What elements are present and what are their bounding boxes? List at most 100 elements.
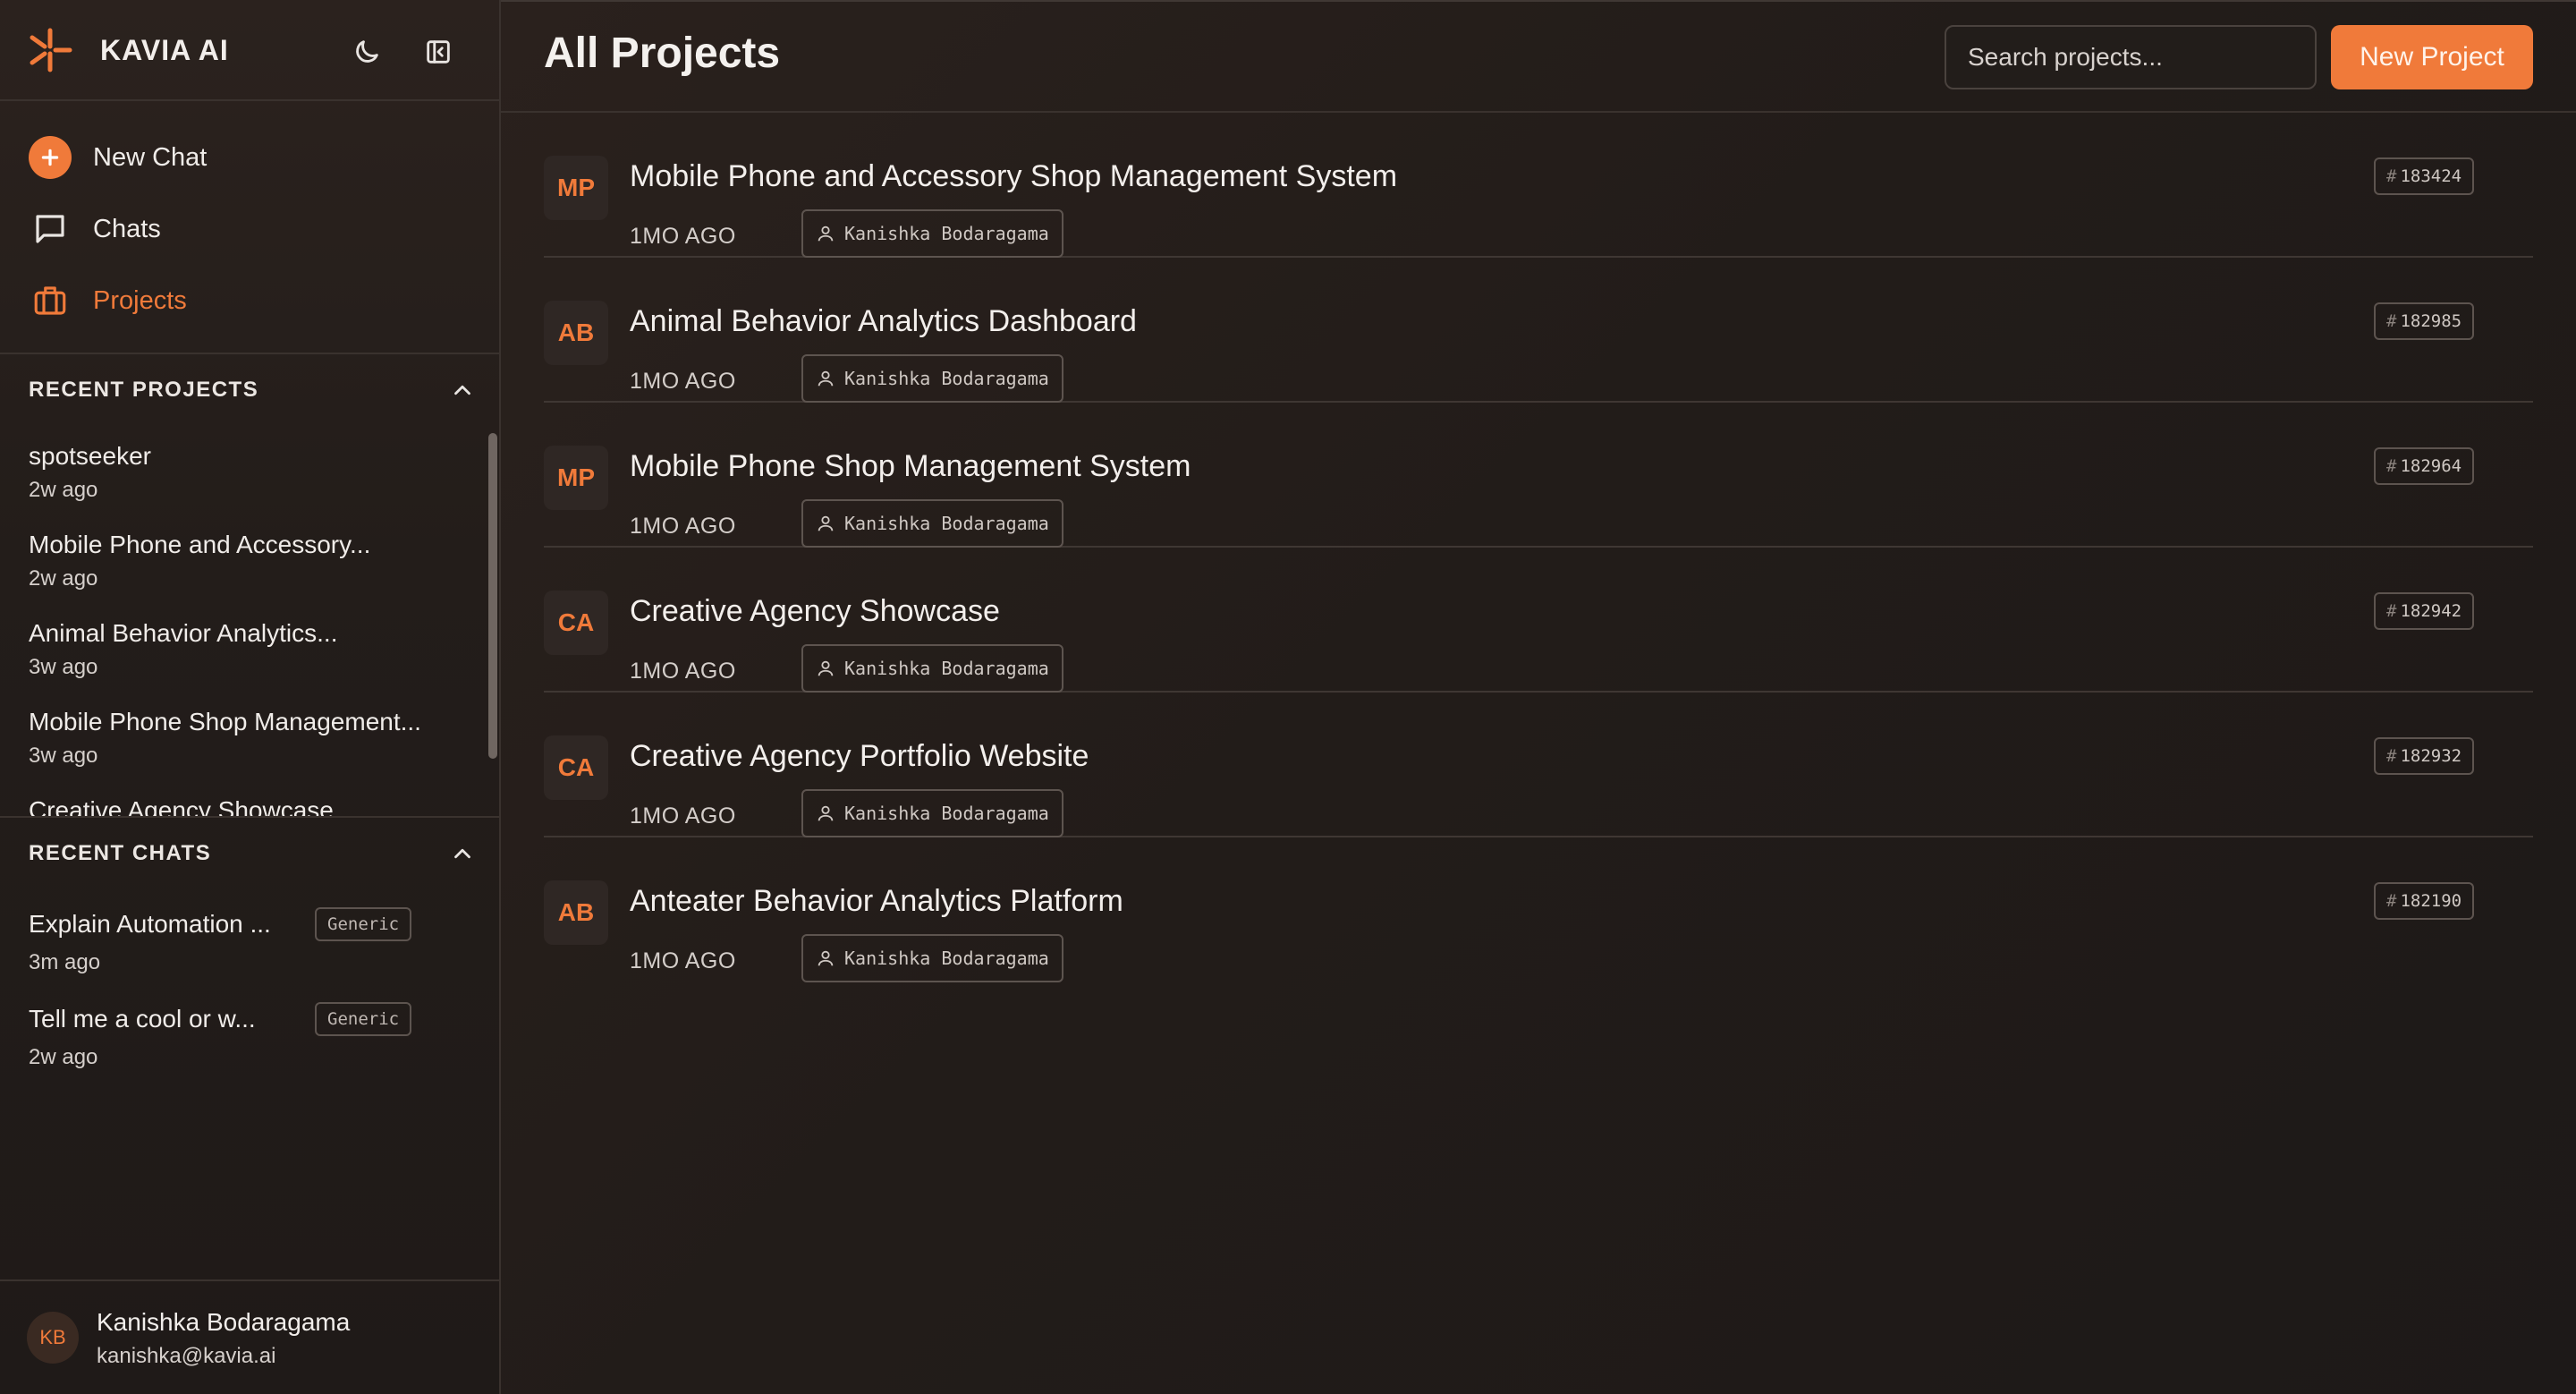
sidebar-collapse-icon — [427, 40, 450, 64]
project-owner: Kanishka Bodaragama — [844, 368, 1049, 389]
recent-projects-header[interactable]: RECENT PROJECTS — [29, 372, 476, 408]
recent-chat-time: 2w ago — [29, 1045, 98, 1069]
project-title: Anteater Behavior Analytics Platform — [630, 884, 1123, 918]
plus-icon — [29, 136, 72, 179]
new-chat-icon-wrap — [27, 134, 73, 181]
project-row[interactable]: CA Creative Agency Showcase 1MO AGO Kani… — [544, 548, 2533, 693]
chevron-up-icon[interactable] — [449, 377, 476, 404]
theme-toggle-button[interactable] — [347, 32, 386, 72]
user-icon — [818, 225, 834, 242]
app-name: KAVIA AI — [100, 34, 229, 66]
project-row[interactable]: AB Animal Behavior Analytics Dashboard 1… — [544, 258, 2533, 403]
recent-project-item[interactable]: Animal Behavior Analytics... 3w ago — [29, 619, 476, 680]
project-id: 182942 — [2400, 601, 2462, 621]
recent-project-item[interactable]: spotseeker 2w ago — [29, 442, 476, 503]
sidebar: KAVIA AI New Chat Chats Projects RECENT … — [0, 0, 501, 1394]
project-id-badge: #182964 — [2374, 447, 2475, 485]
nav-item-projects[interactable]: Projects — [27, 276, 474, 326]
chat-type-badge: Generic — [315, 1002, 412, 1036]
avatar: KB — [27, 1312, 79, 1364]
new-project-button[interactable]: New Project — [2331, 25, 2533, 89]
divider — [0, 816, 499, 818]
user-icon — [818, 370, 834, 387]
recent-projects-heading: RECENT PROJECTS — [29, 378, 259, 402]
project-id-badge: #182942 — [2374, 592, 2475, 630]
hash-icon: # — [2386, 601, 2397, 621]
kavia-logo-icon — [30, 28, 72, 72]
project-owner: Kanishka Bodaragama — [844, 513, 1049, 534]
recent-chat-title: Explain Automation ... — [29, 910, 271, 938]
project-time: 1MO AGO — [630, 659, 736, 684]
recent-chats-header[interactable]: RECENT CHATS — [29, 836, 476, 871]
recent-project-item[interactable]: Mobile Phone and Accessory... 2w ago — [29, 531, 476, 591]
project-initials: AB — [544, 301, 608, 365]
new-chat-button[interactable]: New Chat — [27, 132, 474, 183]
project-owner-chip: Kanishka Bodaragama — [801, 789, 1063, 837]
recent-projects-list: spotseeker 2w ago Mobile Phone and Acces… — [0, 429, 499, 816]
project-owner-chip: Kanishka Bodaragama — [801, 499, 1063, 548]
project-id-badge: #182190 — [2374, 882, 2475, 920]
collapse-sidebar-button[interactable] — [419, 32, 458, 72]
project-initials: CA — [544, 591, 608, 655]
user-icon — [818, 805, 834, 821]
hash-icon: # — [2386, 456, 2397, 476]
project-title: Creative Agency Portfolio Website — [630, 739, 1089, 773]
recent-chat-title: Tell me a cool or w... — [29, 1005, 256, 1033]
hash-icon: # — [2386, 891, 2397, 911]
project-owner-chip: Kanishka Bodaragama — [801, 354, 1063, 403]
project-time: 1MO AGO — [630, 369, 736, 394]
user-profile[interactable]: KB Kanishka Bodaragama kanishka@kavia.ai — [0, 1279, 499, 1394]
chats-label: Chats — [93, 214, 161, 243]
project-row[interactable]: MP Mobile Phone Shop Management System 1… — [544, 403, 2533, 548]
project-id-badge: #183424 — [2374, 157, 2475, 195]
project-title: Mobile Phone Shop Management System — [630, 449, 1191, 483]
project-owner: Kanishka Bodaragama — [844, 658, 1049, 679]
project-id: 183424 — [2400, 166, 2462, 186]
nav-item-chats[interactable]: Chats — [27, 204, 474, 254]
recent-chat-time: 3m ago — [29, 950, 101, 974]
main-content: All Projects New Project MP Mobile Phone… — [501, 0, 2576, 1394]
project-owner: Kanishka Bodaragama — [844, 803, 1049, 824]
recent-chat-item[interactable]: Explain Automation ... Generic 3m ago — [29, 907, 476, 975]
project-owner-chip: Kanishka Bodaragama — [801, 644, 1063, 693]
recent-chat-row: Explain Automation ... Generic — [29, 907, 476, 941]
project-row[interactable]: CA Creative Agency Portfolio Website 1MO… — [544, 693, 2533, 837]
project-owner: Kanishka Bodaragama — [844, 223, 1049, 244]
search-input[interactable] — [1945, 25, 2317, 89]
hash-icon: # — [2386, 311, 2397, 331]
user-icon — [818, 950, 834, 966]
sidebar-brand: KAVIA AI — [0, 0, 499, 101]
recent-chats-heading: RECENT CHATS — [29, 841, 212, 865]
project-initials: AB — [544, 880, 608, 945]
projects-label: Projects — [93, 285, 187, 315]
project-row[interactable]: MP Mobile Phone and Accessory Shop Manag… — [544, 113, 2533, 258]
project-id: 182190 — [2400, 891, 2462, 911]
chat-bubble-icon — [27, 206, 73, 252]
user-name: Kanishka Bodaragama — [97, 1308, 351, 1336]
project-id-badge: #182932 — [2374, 737, 2475, 775]
project-id: 182932 — [2400, 746, 2462, 766]
recent-project-item[interactable]: Mobile Phone Shop Management... 3w ago — [29, 708, 476, 769]
recent-chat-item[interactable]: Tell me a cool or w... Generic 2w ago — [29, 1002, 476, 1070]
recent-project-time: 2w ago — [29, 478, 98, 502]
project-title: Creative Agency Showcase — [630, 594, 1000, 628]
recent-projects-scrollbar[interactable] — [488, 433, 497, 759]
project-title: Mobile Phone and Accessory Shop Manageme… — [630, 159, 1398, 193]
chat-type-badge: Generic — [315, 907, 412, 941]
recent-chat-row: Tell me a cool or w... Generic — [29, 1002, 476, 1036]
project-id: 182964 — [2400, 456, 2462, 476]
project-owner: Kanishka Bodaragama — [844, 948, 1049, 969]
page-title: All Projects — [544, 30, 781, 77]
project-id: 182985 — [2400, 311, 2462, 331]
project-id-badge: #182985 — [2374, 302, 2475, 340]
chevron-up-icon[interactable] — [449, 840, 476, 867]
project-owner-chip: Kanishka Bodaragama — [801, 934, 1063, 982]
recent-project-time: 2w ago — [29, 566, 98, 591]
user-email: kanishka@kavia.ai — [97, 1344, 276, 1368]
recent-project-title: Mobile Phone Shop Management... — [29, 708, 421, 735]
project-owner-chip: Kanishka Bodaragama — [801, 209, 1063, 258]
project-list: MP Mobile Phone and Accessory Shop Manag… — [544, 113, 2533, 982]
recent-project-time: 3w ago — [29, 655, 98, 679]
project-row[interactable]: AB Anteater Behavior Analytics Platform … — [544, 837, 2533, 982]
recent-project-item[interactable]: Creative Agency Showcase — [29, 796, 476, 816]
